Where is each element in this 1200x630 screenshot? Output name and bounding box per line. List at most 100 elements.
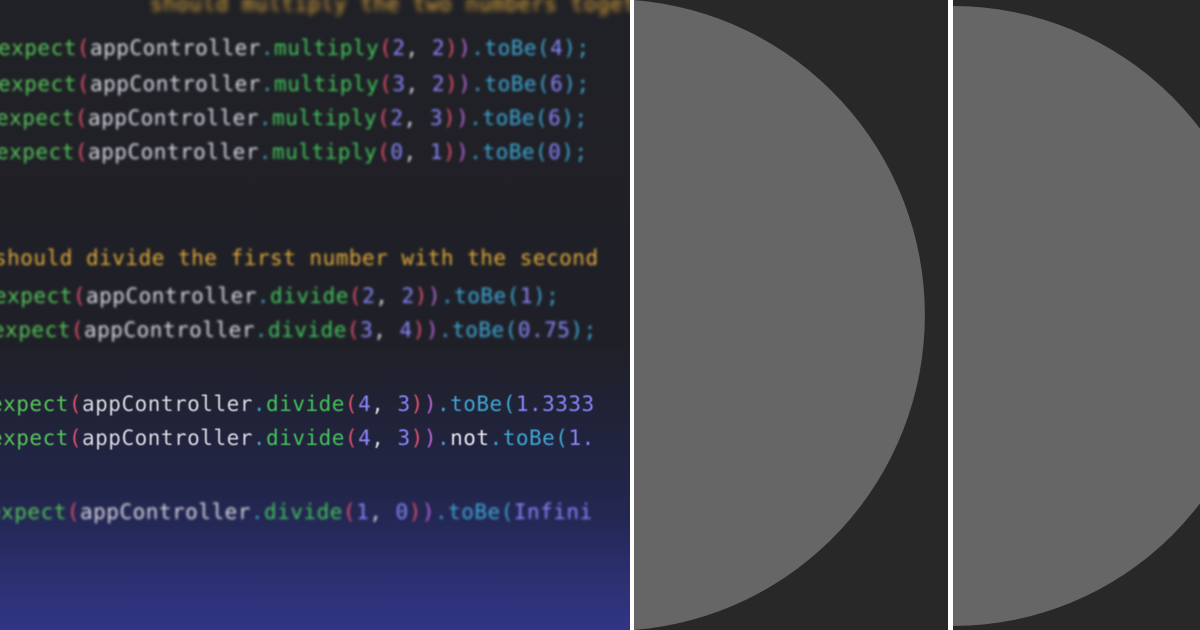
code-token: . [436, 426, 451, 450]
code-token: .toBe( [436, 392, 516, 416]
code-token: divide [266, 392, 345, 416]
code-token: expect [0, 140, 75, 164]
code-token: ( [74, 106, 89, 130]
code-token: ( [66, 500, 81, 524]
code-token: 2 [401, 284, 415, 308]
code-token: ) [412, 318, 426, 342]
code-token: 2 [431, 72, 445, 96]
code-token: 1 [519, 284, 533, 308]
code-token: 0.75 [517, 318, 571, 342]
code-token: not [450, 426, 490, 450]
half-disc-fill [634, 0, 925, 630]
code-token: ) [458, 72, 472, 96]
code-token: 0 [390, 140, 404, 164]
code-token: 1.3333 [515, 392, 595, 416]
code-token: expect [0, 426, 69, 450]
code-token: appController [90, 36, 261, 60]
code-token: .toBe( [471, 72, 551, 96]
code-token: appController [86, 284, 257, 308]
code-token: .toBe( [440, 284, 520, 308]
code-line: should divide the first number with the … [0, 246, 599, 270]
code-token: expect [0, 36, 77, 60]
code-token: . [256, 284, 271, 308]
code-token: 6 [550, 72, 564, 96]
code-token: appController [90, 72, 261, 96]
code-token: 3 [429, 106, 443, 130]
code-token: .toBe( [469, 106, 549, 130]
code-token: 2 [431, 36, 445, 60]
code-token: ); [570, 318, 597, 342]
half-disc-panel [634, 0, 948, 630]
code-token: , [369, 500, 396, 524]
code-token: expect [0, 72, 77, 96]
code-token: ( [379, 72, 393, 96]
code-token: ) [425, 318, 439, 342]
code-token: 3 [397, 426, 411, 450]
code-token: ( [70, 318, 85, 342]
code-token: ) [410, 426, 424, 450]
code-token: 4 [399, 318, 413, 342]
code-token: multiply [274, 36, 380, 60]
code-token: appController [82, 426, 253, 450]
code-token: expect [0, 318, 71, 342]
code-token: 1 [429, 140, 443, 164]
code-token: divide [264, 500, 343, 524]
code-token: ) [423, 426, 437, 450]
code-token: ); [563, 72, 590, 96]
code-token: ) [458, 36, 472, 60]
code-token: expect [0, 500, 67, 524]
code-token: ( [344, 426, 359, 450]
code-token: 2 [390, 106, 404, 130]
code-token: ) [410, 392, 424, 416]
code-token: 3 [360, 318, 374, 342]
code-token: ) [444, 36, 459, 60]
half-disc-panel [953, 0, 1200, 630]
code-token: multiply [272, 140, 378, 164]
code-token: appController [88, 140, 259, 164]
code-token: ( [344, 392, 359, 416]
code-token: ( [74, 140, 89, 164]
code-token: .toBe( [469, 140, 549, 164]
code-token: divide [266, 426, 345, 450]
code-token: 4 [358, 392, 372, 416]
code-token: ) [442, 140, 457, 164]
code-line: expect(appController.multiply(2, 3)).toB… [0, 106, 588, 130]
code-token: .toBe( [489, 426, 569, 450]
code-token: , [405, 36, 432, 60]
code-token: .toBe( [434, 500, 514, 524]
code-token: 6 [548, 106, 562, 130]
code-line: expect(appController.divide(1, 0)).toBe(… [0, 500, 593, 524]
code-token: , [403, 106, 430, 130]
code-token: ) [442, 106, 457, 130]
code-token: , [373, 318, 400, 342]
code-token: ); [533, 284, 560, 308]
code-token: . [258, 140, 273, 164]
code-token: multiply [274, 72, 380, 96]
code-token: 0 [395, 500, 409, 524]
code-token: 3 [392, 72, 406, 96]
code-token: . [252, 426, 267, 450]
code-token: .toBe( [438, 318, 518, 342]
code-token: , [405, 72, 432, 96]
code-token: , [375, 284, 402, 308]
code-token: appController [80, 500, 251, 524]
code-token: 1. [568, 426, 595, 450]
code-token: should divide the first number with the … [0, 246, 599, 270]
code-line: expect(appController.multiply(0, 1)).toB… [0, 140, 588, 164]
code-token: expect [0, 106, 75, 130]
code-token: 3 [397, 392, 411, 416]
code-token: appController [82, 392, 253, 416]
code-token: . [254, 318, 269, 342]
code-token: ) [423, 392, 437, 416]
code-token: 2 [392, 36, 406, 60]
code-token: , [371, 392, 398, 416]
code-token: ); [561, 140, 588, 164]
code-token: ) [456, 140, 470, 164]
code-token: expect [0, 284, 73, 308]
code-token: ) [427, 284, 441, 308]
code-photo-panel: should multiply the two numbers together… [0, 0, 630, 630]
half-disc-fill [953, 6, 1200, 626]
code-token: , [403, 140, 430, 164]
code-token: ( [377, 140, 391, 164]
code-token: 2 [362, 284, 376, 308]
